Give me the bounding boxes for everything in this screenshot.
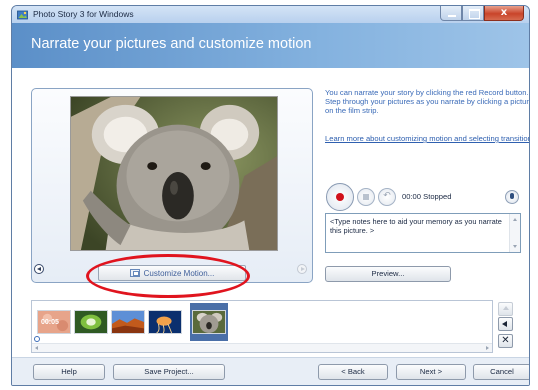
main-content: Customize Motion... You can narrate your… xyxy=(12,68,529,385)
recording-state: Stopped xyxy=(423,192,452,201)
window-controls: x xyxy=(440,6,524,22)
narration-notes-textbox[interactable]: <Type notes here to aid your memory as y… xyxy=(325,213,521,253)
scroll-up-icon xyxy=(513,218,517,221)
picture-preview-panel: Customize Motion... xyxy=(31,88,313,298)
maximize-button[interactable] xyxy=(462,6,484,21)
previous-picture-button[interactable] xyxy=(34,264,44,274)
photo-story-icon xyxy=(17,10,28,20)
filmstrip-thumbnail[interactable] xyxy=(74,310,108,334)
scroll-right-icon xyxy=(486,346,489,350)
filmstrip-thumbnail[interactable] xyxy=(111,310,145,334)
back-button[interactable]: < Back xyxy=(318,364,388,380)
thumbnail-duration: 00:05 xyxy=(41,319,59,326)
recording-time: 00:00 xyxy=(402,192,422,201)
filmstrip-scrollbar[interactable] xyxy=(32,343,492,352)
instruction-text: You can narrate your story by clicking t… xyxy=(325,88,530,115)
move-right-button[interactable] xyxy=(498,302,513,316)
cancel-button[interactable]: Cancel xyxy=(473,364,529,380)
filmstrip-thumbnail[interactable] xyxy=(148,310,182,334)
recording-status: 00:00 Stopped xyxy=(402,192,451,201)
koala-photo xyxy=(70,96,278,251)
app-window: Photo Story 3 for Windows x Narrate your… xyxy=(11,5,530,386)
filmstrip-thumbnail-selected[interactable] xyxy=(190,303,228,341)
undo-icon: ↶ xyxy=(383,191,391,201)
wizard-footer: Help Save Project... < Back Next > Cance… xyxy=(12,357,529,385)
filmstrip-thumbnail xyxy=(192,310,226,334)
scroll-left-icon xyxy=(35,346,38,350)
preview-button-label: Preview... xyxy=(371,269,405,278)
move-left-button[interactable] xyxy=(498,317,513,331)
next-picture-button[interactable] xyxy=(297,264,307,274)
narration-recorder: ↶ 00:00 Stopped xyxy=(325,180,521,212)
close-icon: x xyxy=(500,7,508,18)
remove-picture-button[interactable]: ✕ xyxy=(498,334,513,348)
remove-icon: ✕ xyxy=(501,335,510,346)
window-title: Photo Story 3 for Windows xyxy=(33,9,134,19)
record-button[interactable] xyxy=(326,183,354,211)
narration-indicator-icon xyxy=(34,336,40,342)
title-bar: Photo Story 3 for Windows x xyxy=(12,6,529,23)
save-project-button[interactable]: Save Project... xyxy=(113,364,225,380)
learn-more-link[interactable]: Learn more about customizing motion and … xyxy=(325,134,529,143)
scroll-down-icon xyxy=(513,245,517,248)
help-button[interactable]: Help xyxy=(33,364,105,380)
stop-button[interactable] xyxy=(357,188,375,206)
close-button[interactable]: x xyxy=(484,6,524,21)
preview-button[interactable]: Preview... xyxy=(325,266,451,282)
highlight-ellipse xyxy=(86,254,250,298)
notes-placeholder: <Type notes here to aid your memory as y… xyxy=(330,217,502,235)
record-icon xyxy=(336,193,344,201)
header-banner: Narrate your pictures and customize moti… xyxy=(12,23,529,68)
page-title: Narrate your pictures and customize moti… xyxy=(31,36,312,52)
filmstrip: 00:05 xyxy=(31,300,493,353)
notes-scrollbar[interactable] xyxy=(509,214,520,252)
minimize-button[interactable] xyxy=(440,6,462,21)
next-button[interactable]: Next > xyxy=(396,364,466,380)
undo-button[interactable]: ↶ xyxy=(378,188,396,206)
filmstrip-thumbnail[interactable]: 00:05 xyxy=(37,310,71,334)
microphone-button[interactable] xyxy=(505,190,519,204)
